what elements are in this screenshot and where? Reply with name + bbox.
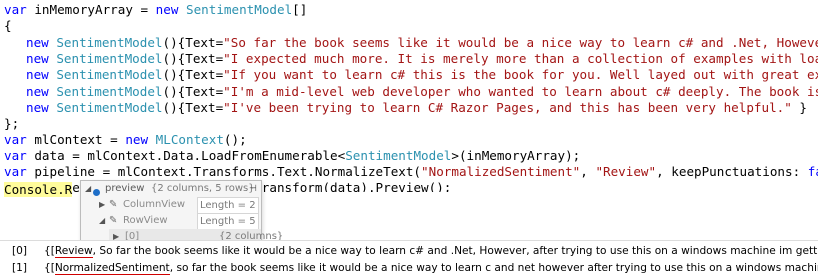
type-mlcontext: MLContext bbox=[155, 132, 224, 147]
code-text: (); bbox=[223, 132, 247, 147]
output-bracket: {[ bbox=[44, 262, 55, 274]
code-text: inMemoryArray = bbox=[26, 2, 156, 17]
code-line-11: var pipeline = mlContext.Transforms.Text… bbox=[4, 164, 818, 180]
code-text: (){Text= bbox=[162, 35, 224, 50]
datatip-row-rowview[interactable]: ◢ ✎ RowView Length = 5 bbox=[97, 213, 261, 231]
type-sentimentmodel: SentimentModel bbox=[56, 100, 163, 115]
code-text: } bbox=[791, 100, 807, 115]
code-line-5: new SentimentModel(){Text="If you want t… bbox=[4, 67, 818, 83]
code-text: (){Text= bbox=[162, 67, 224, 82]
string-literal: "NormalizedSentiment" bbox=[421, 164, 581, 179]
column-name: Review bbox=[54, 245, 93, 258]
output-index: [1] bbox=[12, 262, 28, 274]
string-literal: "I expected much more. It is merely more… bbox=[223, 51, 818, 66]
keyword-new: new bbox=[26, 51, 49, 66]
keyword-var: var bbox=[4, 164, 27, 179]
code-text: >(inMemoryArray); bbox=[451, 148, 581, 163]
output-value: {[NormalizedSentiment, so far the book s… bbox=[44, 260, 818, 277]
keyword-var: var bbox=[4, 2, 27, 17]
string-literal: "If you want to learn c# this is the boo… bbox=[223, 67, 818, 82]
code-line-2: { bbox=[4, 18, 12, 33]
code-text: , bbox=[580, 164, 596, 179]
code-text: , keepPunctuations: bbox=[656, 164, 808, 179]
code-line-3: new SentimentModel(){Text="So far the bo… bbox=[4, 35, 818, 51]
expand-arrow-icon[interactable]: ◢ bbox=[85, 181, 91, 197]
column-name: NormalizedSentiment bbox=[54, 262, 170, 275]
output-value: {[Review, So far the book seems like it … bbox=[44, 243, 818, 260]
code-text: (){Text= bbox=[162, 51, 224, 66]
string-literal: "I'm a mid-level web developer who wante… bbox=[223, 84, 818, 99]
type-sentimentmodel: SentimentModel bbox=[56, 67, 163, 82]
code-line-6: new SentimentModel(){Text="I'm a mid-lev… bbox=[4, 84, 818, 100]
code-line-4: new SentimentModel(){Text="I expected mu… bbox=[4, 51, 818, 67]
datatip-value: {2 columns, 5 rows} bbox=[151, 183, 255, 194]
output-text: , So far the book seems like it would be… bbox=[92, 245, 818, 257]
code-text: mlContext = bbox=[26, 132, 126, 147]
output-text: , so far the book seems like it would be… bbox=[169, 262, 818, 274]
type-sentimentmodel: SentimentModel bbox=[56, 84, 163, 99]
pin-icon[interactable]: ⊣ bbox=[249, 181, 257, 197]
keyword-new: new bbox=[26, 84, 49, 99]
code-text: data = mlContext.Data.LoadFromEnumerable… bbox=[26, 148, 346, 163]
code-line-9: var mlContext = new MLContext(); bbox=[4, 132, 247, 148]
code-line-10: var data = mlContext.Data.LoadFromEnumer… bbox=[4, 148, 580, 164]
wrench-icon: ✎ bbox=[109, 199, 118, 210]
code-text: [] bbox=[292, 2, 308, 17]
keyword-new: new bbox=[26, 35, 49, 50]
debugger-datatip[interactable]: ◢ preview {2 columns, 5 rows} ⊣ ▶ ✎ Colu… bbox=[80, 180, 283, 246]
string-literal: "I've been trying to learn C# Razor Page… bbox=[223, 100, 792, 115]
code-line-8: }; bbox=[4, 116, 20, 131]
expand-arrow-icon[interactable]: ◢ bbox=[99, 213, 105, 229]
keyword-new: new bbox=[26, 67, 49, 82]
code-line-13: Console.R bbox=[4, 182, 73, 198]
console-text: Console.R bbox=[4, 182, 73, 197]
keyword-new: new bbox=[125, 132, 149, 147]
code-text: (){Text= bbox=[162, 84, 224, 99]
string-literal: "So far the book seems like it would be … bbox=[223, 35, 818, 50]
type-sentimentmodel: SentimentModel bbox=[345, 148, 452, 163]
code-text: (){Text= bbox=[162, 100, 224, 115]
datatip-name: preview bbox=[105, 183, 145, 194]
output-row-1[interactable]: [1] {[NormalizedSentiment, so far the bo… bbox=[0, 260, 818, 277]
datatip-row-preview[interactable]: ◢ preview {2 columns, 5 rows} ⊣ bbox=[81, 181, 261, 197]
code-text: pipeline = mlContext.Transforms.Text.Nor… bbox=[26, 164, 422, 179]
expand-arrow-icon[interactable]: ▶ bbox=[99, 197, 105, 213]
keyword-new: new bbox=[26, 100, 49, 115]
type-sentimentmodel: SentimentModel bbox=[186, 2, 293, 17]
code-line-1: var inMemoryArray = new SentimentModel[] bbox=[4, 2, 307, 18]
keyword-false: false bbox=[807, 164, 818, 179]
wrench-icon: ✎ bbox=[109, 215, 118, 226]
output-panel[interactable]: [0] {[Review, So far the book seems like… bbox=[0, 240, 818, 275]
keyword-var: var bbox=[4, 132, 27, 147]
type-sentimentmodel: SentimentModel bbox=[56, 51, 163, 66]
keyword-var: var bbox=[4, 148, 27, 163]
keyword-new: new bbox=[155, 2, 179, 17]
output-index: [0] bbox=[12, 245, 28, 257]
datatip-row-columnview[interactable]: ▶ ✎ ColumnView Length = 2 bbox=[97, 197, 261, 215]
output-row-0[interactable]: [0] {[Review, So far the book seems like… bbox=[0, 243, 818, 260]
string-literal: "Review" bbox=[595, 164, 657, 179]
type-sentimentmodel: SentimentModel bbox=[56, 35, 163, 50]
code-editor[interactable]: var inMemoryArray = new SentimentModel[]… bbox=[0, 0, 818, 192]
output-bracket: {[ bbox=[44, 245, 55, 257]
datatip-name: ColumnView bbox=[123, 199, 186, 210]
code-line-7: new SentimentModel(){Text="I've been try… bbox=[4, 100, 807, 116]
datatip-name: RowView bbox=[123, 215, 168, 226]
